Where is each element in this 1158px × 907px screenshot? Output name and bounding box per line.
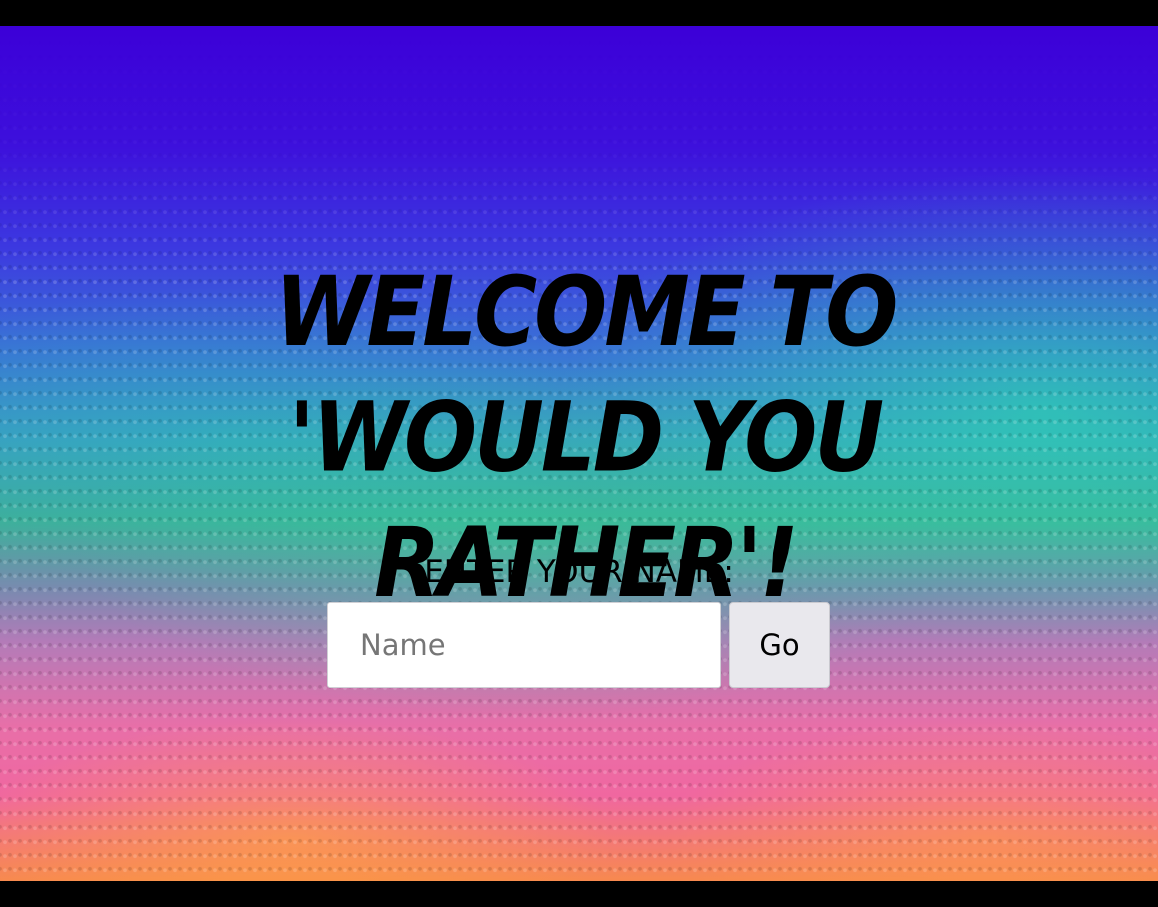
welcome-screen: Welcome to 'Would You Rather'! ENTER YOU…: [0, 26, 1158, 881]
name-input[interactable]: [327, 602, 721, 688]
name-prompt-label: ENTER YOUR NAME:: [424, 554, 734, 590]
screen-frame: Welcome to 'Would You Rather'! ENTER YOU…: [0, 0, 1158, 907]
go-button[interactable]: Go: [729, 602, 830, 688]
